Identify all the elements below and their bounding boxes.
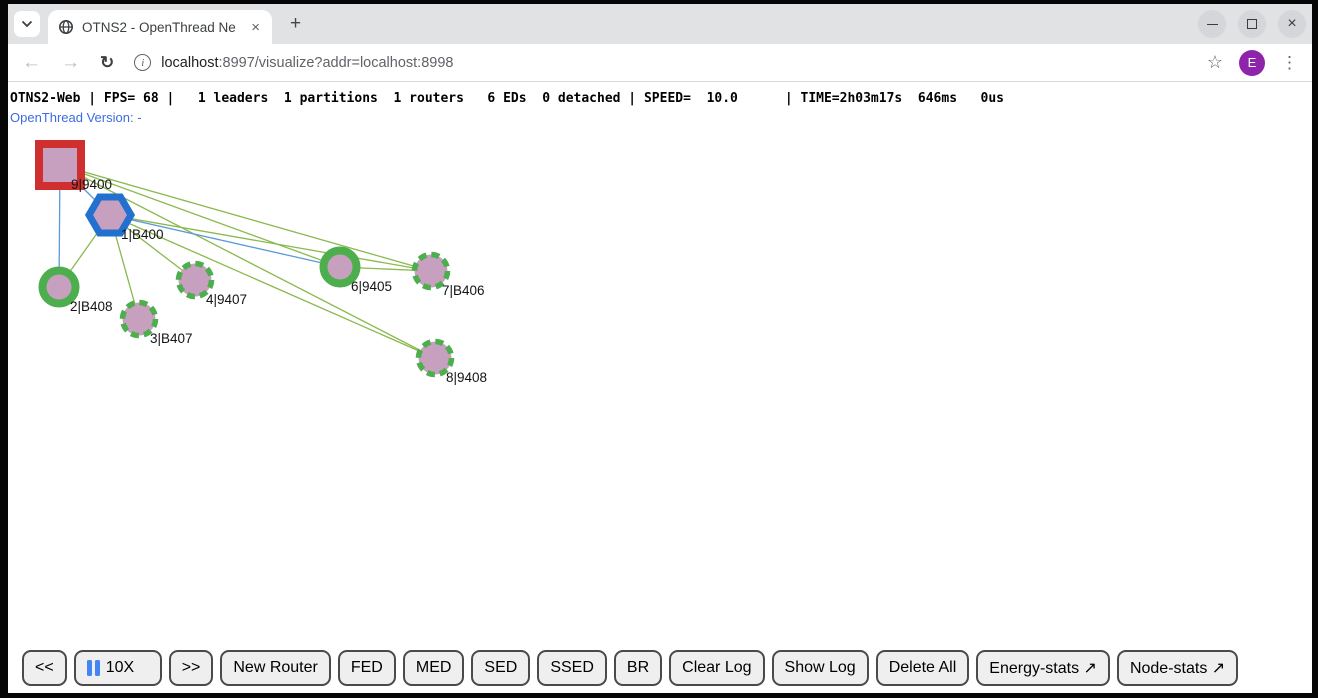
add-fed-button[interactable]: FED (338, 650, 396, 686)
tab-strip: OTNS2 - OpenThread Ne × + × (8, 4, 1312, 44)
node-label: 3|B407 (150, 331, 193, 346)
url-path: :8997/visualize?addr=localhost:8998 (218, 55, 453, 71)
clear-log-button[interactable]: Clear Log (669, 650, 764, 686)
speed-up-button-label: >> (182, 659, 201, 677)
add-fed-button-label: FED (351, 659, 383, 677)
clear-log-button-label: Clear Log (682, 659, 751, 677)
network-canvas[interactable]: 9|9400 1|B400 2|B408 3|B407 4|9407 6|9405 7|B4… (8, 82, 1312, 693)
url-host: localhost (161, 55, 218, 71)
speed-up-button[interactable]: >> (169, 650, 214, 686)
url-bar-actions: ☆ E ⋮ (1207, 50, 1298, 76)
otns-page: 9|9400 1|B400 2|B408 3|B407 4|9407 6|9405 7|B4… (8, 82, 1312, 693)
add-med-button-label: MED (416, 659, 452, 677)
add-ssed-button[interactable]: SSED (537, 650, 607, 686)
address-field[interactable]: i localhost:8997/visualize?addr=localhos… (134, 54, 1187, 71)
add-sed-button[interactable]: SED (471, 650, 530, 686)
add-br-button-label: BR (627, 659, 649, 677)
energy-stats-button-label: Energy-stats ↗ (989, 658, 1097, 678)
site-info-icon[interactable]: i (134, 54, 151, 71)
browser-window: OTNS2 - OpenThread Ne × + × ← → ↻ i loca… (8, 4, 1312, 693)
bottom-toolbar: << 10X >> New Router FED MED SED SSED BR Clear Lo… (8, 643, 1312, 693)
link-1|B400-7|B406 (110, 215, 431, 271)
tab-search-button[interactable] (14, 11, 40, 37)
add-sed-button-label: SED (484, 659, 517, 677)
add-br-button[interactable]: BR (614, 650, 662, 686)
show-log-button-label: Show Log (785, 659, 856, 677)
reload-button[interactable]: ↻ (100, 54, 114, 71)
node-7-B406[interactable]: 7|B406 (415, 255, 485, 299)
speed-down-button-label: << (35, 659, 54, 677)
globe-icon (58, 19, 74, 35)
close-icon: × (1287, 16, 1296, 32)
node-2-B408[interactable]: 2|B408 (43, 271, 113, 315)
node-label: 9|9400 (71, 177, 112, 192)
node-9-9400[interactable]: 9|9400 (39, 144, 112, 192)
node-1-B400[interactable]: 1|B400 (89, 197, 164, 242)
minimize-button[interactable] (1198, 10, 1226, 38)
back-button[interactable]: ← (22, 53, 41, 72)
node-label: 6|9405 (351, 279, 392, 294)
pause-speed-button-label: 10X (106, 659, 134, 677)
chevron-down-icon (21, 20, 33, 28)
pause-speed-button[interactable]: 10X (74, 650, 162, 686)
node-label: 2|B408 (70, 299, 113, 314)
screen-frame: OTNS2 - OpenThread Ne × + × ← → ↻ i loca… (0, 0, 1318, 698)
node-8-9408[interactable]: 8|9408 (419, 342, 488, 386)
bookmark-star-icon[interactable]: ☆ (1207, 52, 1223, 73)
energy-stats-button[interactable]: Energy-stats ↗ (976, 650, 1110, 686)
forward-button[interactable]: → (61, 53, 80, 72)
add-ssed-button-label: SSED (550, 659, 594, 677)
pause-icon (87, 660, 100, 676)
node-label: 4|9407 (206, 292, 247, 307)
profile-avatar[interactable]: E (1239, 50, 1265, 76)
speed-down-button[interactable]: << (22, 650, 67, 686)
window-controls: × (1198, 10, 1306, 38)
node-label: 7|B406 (442, 283, 485, 298)
delete-all-button[interactable]: Delete All (876, 650, 970, 686)
maximize-icon (1247, 19, 1257, 29)
url-text: localhost:8997/visualize?addr=localhost:… (161, 55, 453, 71)
new-router-button[interactable]: New Router (220, 650, 330, 686)
node-label: 8|9408 (446, 370, 487, 385)
browser-menu-icon[interactable]: ⋮ (1281, 53, 1298, 73)
minimize-icon (1207, 24, 1218, 25)
show-log-button[interactable]: Show Log (772, 650, 869, 686)
node-4-9407[interactable]: 4|9407 (179, 264, 248, 308)
tab-close-button[interactable]: × (247, 19, 264, 36)
url-bar: ← → ↻ i localhost:8997/visualize?addr=lo… (8, 44, 1312, 82)
node-3-B407[interactable]: 3|B407 (123, 303, 193, 347)
node-label: 1|B400 (121, 227, 164, 242)
browser-tab[interactable]: OTNS2 - OpenThread Ne × (48, 10, 272, 44)
new-router-button-label: New Router (233, 659, 317, 677)
add-med-button[interactable]: MED (403, 650, 465, 686)
delete-all-button-label: Delete All (889, 659, 957, 677)
new-tab-button[interactable]: + (282, 13, 309, 35)
tab-title: OTNS2 - OpenThread Ne (82, 20, 247, 35)
close-button[interactable]: × (1278, 10, 1306, 38)
node-stats-button-label: Node-stats ↗ (1130, 658, 1225, 678)
node-stats-button[interactable]: Node-stats ↗ (1117, 650, 1238, 686)
maximize-button[interactable] (1238, 10, 1266, 38)
